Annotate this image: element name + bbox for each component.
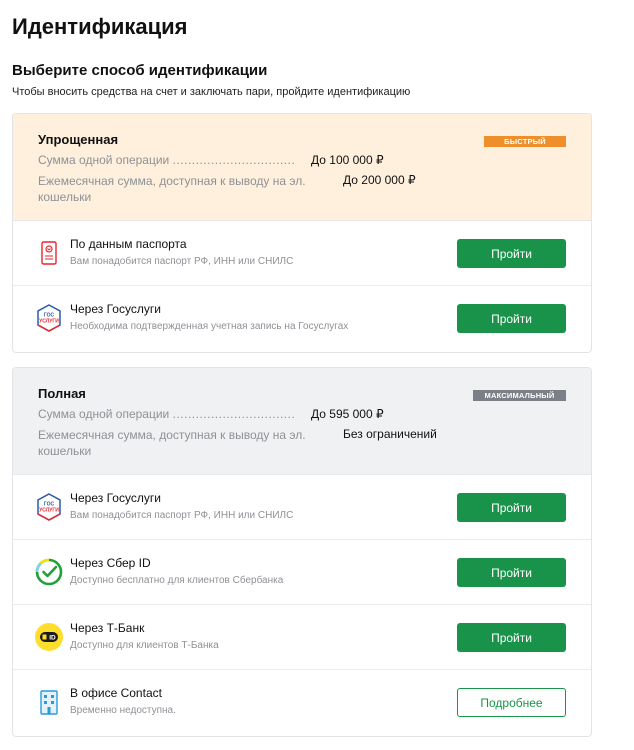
go-button-tbank[interactable]: Пройти [457,623,566,652]
method-description: Доступно бесплатно для клиентов Сбербанк… [70,575,284,586]
method-title: Через Сбер ID [70,556,151,570]
details-button-contact[interactable]: Подробнее [457,688,566,717]
method-title: В офисе Contact [70,686,162,700]
svg-text:УСЛУГИ: УСЛУГИ [39,319,59,325]
go-button-gosuslugi[interactable]: Пройти [457,493,566,522]
method-title: Через Т-Банк [70,621,145,635]
tier-header: Упрощенная БЫСТРЫЙ Сумма одной операции … [13,114,591,221]
method-title: Через Госуслуги [70,491,161,505]
single-operation-value: До 100 000 ₽ [311,153,384,167]
go-button-passport[interactable]: Пройти [457,239,566,268]
tier-badge: МАКСИМАЛЬНЫЙ [473,390,566,401]
monthly-sum-label: Ежемесячная сумма, доступная к выводу на… [38,428,306,458]
svg-text:УСЛУГИ: УСЛУГИ [39,508,59,514]
section-title: Выберите способ идентификации [12,62,268,79]
tier-header: Полная МАКСИМАЛЬНЫЙ Сумма одной операции… [13,368,591,475]
gosuslugi-icon: ГОС УСЛУГИ [37,304,61,332]
page-title: Идентификация [12,14,188,39]
section-subtitle: Чтобы вносить средства на счет и заключа… [12,86,411,98]
go-button-gosuslugi[interactable]: Пройти [457,304,566,333]
go-button-sber-id[interactable]: Пройти [457,558,566,587]
passport-icon [41,241,57,265]
gosuslugi-icon: ГОС УСЛУГИ [37,493,61,521]
contact-office-icon [40,690,58,715]
monthly-sum-label: Ежемесячная сумма, доступная к выводу на… [38,174,306,204]
method-gosuslugi: ГОС УСЛУГИ Через Госуслуги Необходима по… [13,286,591,351]
monthly-sum-value: Без ограничений [343,427,437,441]
method-description: Необходима подтвержденная учетная запись… [70,321,349,332]
method-tbank: ID Через Т-Банк Доступно для клиентов Т-… [13,605,591,670]
method-contact-office: В офисе Contact Временно недоступна. Под… [13,670,591,735]
tier-card-full: Полная МАКСИМАЛЬНЫЙ Сумма одной операции… [12,367,592,737]
svg-text:ID: ID [49,635,56,642]
sber-id-icon [35,558,63,586]
method-title: Через Госуслуги [70,302,161,316]
method-passport: По данным паспорта Вам понадобится паспо… [13,221,591,286]
method-description: Вам понадобится паспорт РФ, ИНН или СНИЛ… [70,256,294,267]
tier-name: Упрощенная [38,132,119,147]
tier-badge: БЫСТРЫЙ [484,136,566,147]
tier-name: Полная [38,386,86,401]
method-title: По данным паспорта [70,237,187,251]
method-sber-id: Через Сбер ID Доступно бесплатно для кли… [13,540,591,605]
single-operation-value: До 595 000 ₽ [311,407,384,421]
tier-card-simplified: Упрощенная БЫСТРЫЙ Сумма одной операции … [12,113,592,353]
method-description: Доступно для клиентов Т-Банка [70,640,219,651]
method-description: Временно недоступна. [70,705,176,716]
method-gosuslugi: ГОС УСЛУГИ Через Госуслуги Вам понадобит… [13,475,591,540]
monthly-sum-value: До 200 000 ₽ [343,173,416,187]
single-operation-label: Сумма одной операции ...................… [38,153,296,167]
tbank-icon: ID [35,623,63,651]
single-operation-label: Сумма одной операции ...................… [38,407,296,421]
method-description: Вам понадобится паспорт РФ, ИНН или СНИЛ… [70,510,294,521]
